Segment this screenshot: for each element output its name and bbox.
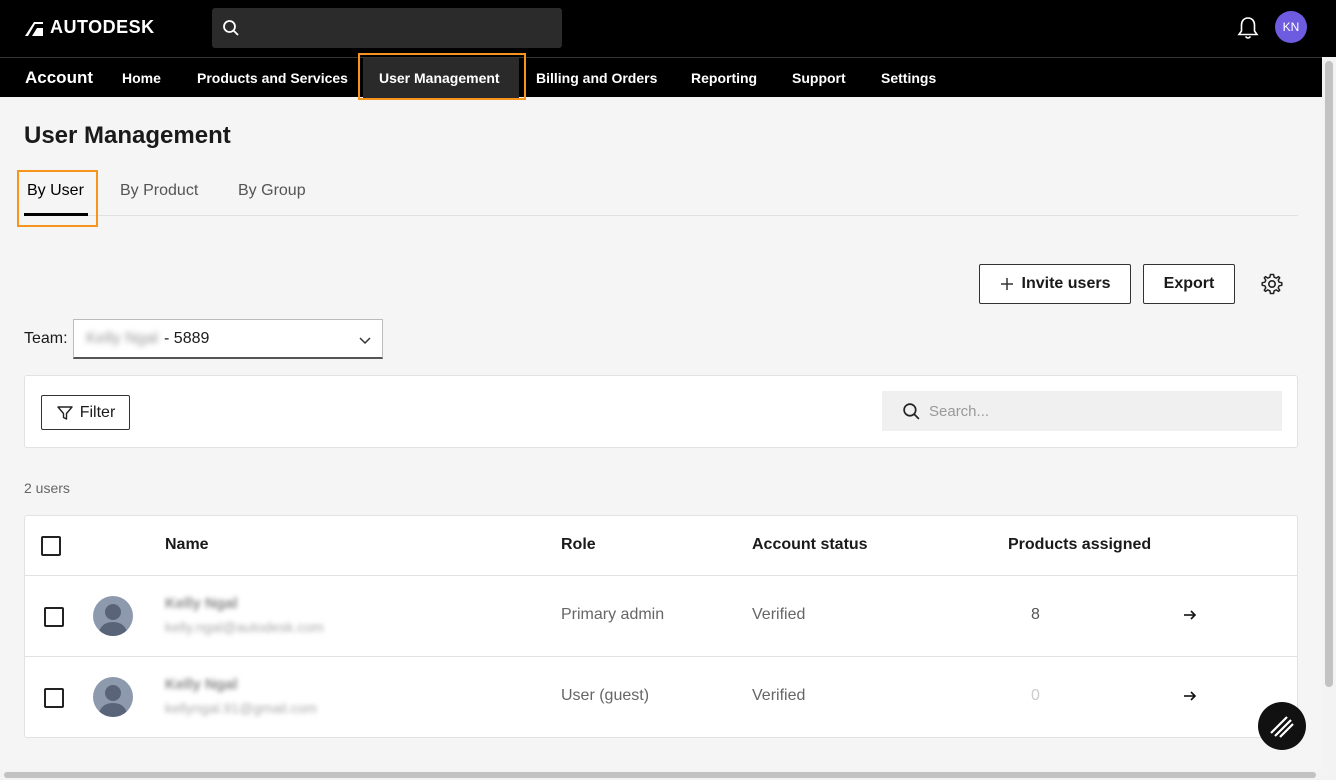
column-header-name[interactable]: Name [165,536,209,554]
person-icon [98,685,128,717]
column-header-account-status[interactable]: Account status [752,536,868,554]
users-table: Name Role Account status Products assign… [24,515,1298,738]
page-title: User Management [24,122,231,149]
column-header-products-assigned[interactable]: Products assigned [1008,536,1151,554]
vertical-scrollbar[interactable] [1322,57,1336,773]
team-owner-name: Kelly Ngal [86,329,159,347]
export-label: Export [1163,275,1215,292]
export-button[interactable]: Export [1143,264,1235,304]
tab-by-group[interactable]: By Group [238,182,306,200]
filter-label: Filter [79,403,116,421]
account-nav: Account Home Products and Services User … [0,57,1322,98]
row-checkbox[interactable] [44,607,64,627]
user-role: User (guest) [561,687,650,704]
table-row[interactable]: Kelly Ngal kelly.ngal@autodesk.com Prima… [25,576,1297,657]
nav-highlight-box [358,53,526,100]
account-status: Verified [752,606,806,623]
tab-bar: By User By Product By Group [24,172,1298,216]
arrow-right-icon[interactable] [1183,689,1197,703]
autodesk-logo[interactable]: AUTODESK [24,17,155,38]
arrow-right-icon[interactable] [1183,608,1197,622]
nav-item-reporting[interactable]: Reporting [691,70,757,86]
select-all-checkbox[interactable] [41,536,61,556]
horizontal-scrollbar-thumb[interactable] [4,772,1316,778]
user-avatar[interactable]: KN [1275,11,1307,43]
row-checkbox[interactable] [44,688,64,708]
account-status: Verified [752,687,806,704]
filter-icon [57,405,73,420]
logo-text: AUTODESK [50,17,155,37]
user-name: Kelly Ngal [165,676,238,693]
tab-by-product[interactable]: By Product [120,182,198,200]
team-label: Team: [24,330,68,347]
horizontal-scrollbar[interactable] [0,770,1336,780]
user-role: Primary admin [561,606,665,623]
gear-icon[interactable] [1260,272,1284,296]
nav-item-home[interactable]: Home [122,70,161,86]
filter-button[interactable]: Filter [41,395,130,430]
nav-item-billing-and-orders[interactable]: Billing and Orders [536,70,657,86]
top-bar: AUTODESK KN [0,0,1336,57]
nav-item-settings[interactable]: Settings [881,70,936,86]
user-email: kelly.ngal@autodesk.com [165,619,324,635]
user-name: Kelly Ngal [165,595,238,612]
products-assigned: 8 [1031,606,1040,623]
chevron-down-icon [359,337,371,345]
team-id: - 5889 [164,329,210,347]
nav-title: Account [25,68,93,87]
nav-item-products-and-services[interactable]: Products and Services [197,70,348,86]
invite-users-button[interactable]: Invite users [979,264,1131,304]
user-count: 2 users [24,480,70,496]
autodesk-logo-icon [25,21,43,36]
user-search-input[interactable] [929,402,1259,420]
notification-bell-icon[interactable] [1235,15,1261,41]
table-row[interactable]: Kelly Ngal kellyngal.91@gmail.com User (… [25,657,1297,738]
invite-users-label: Invite users [1021,275,1111,292]
avatar [93,677,133,717]
team-select[interactable]: Kelly Ngal - 5889 [73,319,383,359]
products-assigned: 0 [1031,687,1040,704]
filter-panel: Filter [24,375,1298,448]
column-header-role[interactable]: Role [561,536,596,554]
chat-assistant-icon [1270,716,1294,738]
person-icon [98,604,128,636]
table-header: Name Role Account status Products assign… [25,516,1297,576]
global-search-input[interactable] [212,8,562,48]
user-email: kellyngal.91@gmail.com [165,700,317,716]
nav-item-support[interactable]: Support [792,70,846,86]
chat-assistant-button[interactable] [1258,702,1306,750]
plus-icon [1000,278,1013,290]
user-search[interactable] [882,391,1282,431]
search-icon [903,402,920,419]
vertical-scrollbar-thumb[interactable] [1325,61,1333,687]
avatar [93,596,133,636]
search-icon [223,20,239,36]
tab-highlight-box [17,170,98,227]
